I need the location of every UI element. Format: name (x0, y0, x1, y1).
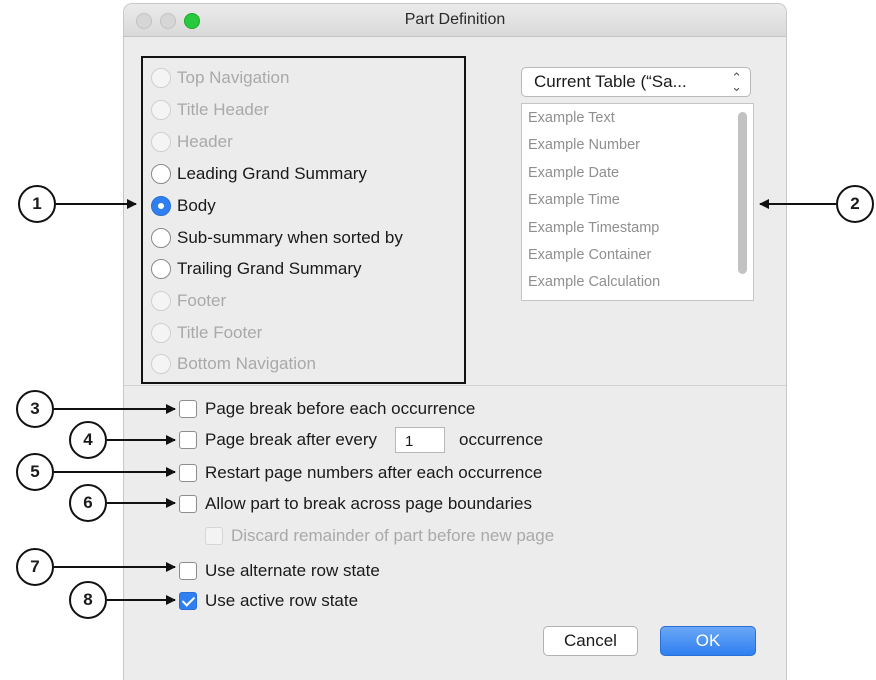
callout-badge-5: 5 (16, 453, 54, 491)
callout-badge-7: 7 (16, 548, 54, 586)
callout-badge-4: 4 (69, 421, 107, 459)
callout-badge-1: 1 (18, 185, 56, 223)
callout-badge-8: 8 (69, 581, 107, 619)
callout-badge-6: 6 (69, 484, 107, 522)
callout-arrows (54, 199, 836, 605)
callout-badge-2: 2 (836, 185, 874, 223)
callout-badge-3: 3 (16, 390, 54, 428)
